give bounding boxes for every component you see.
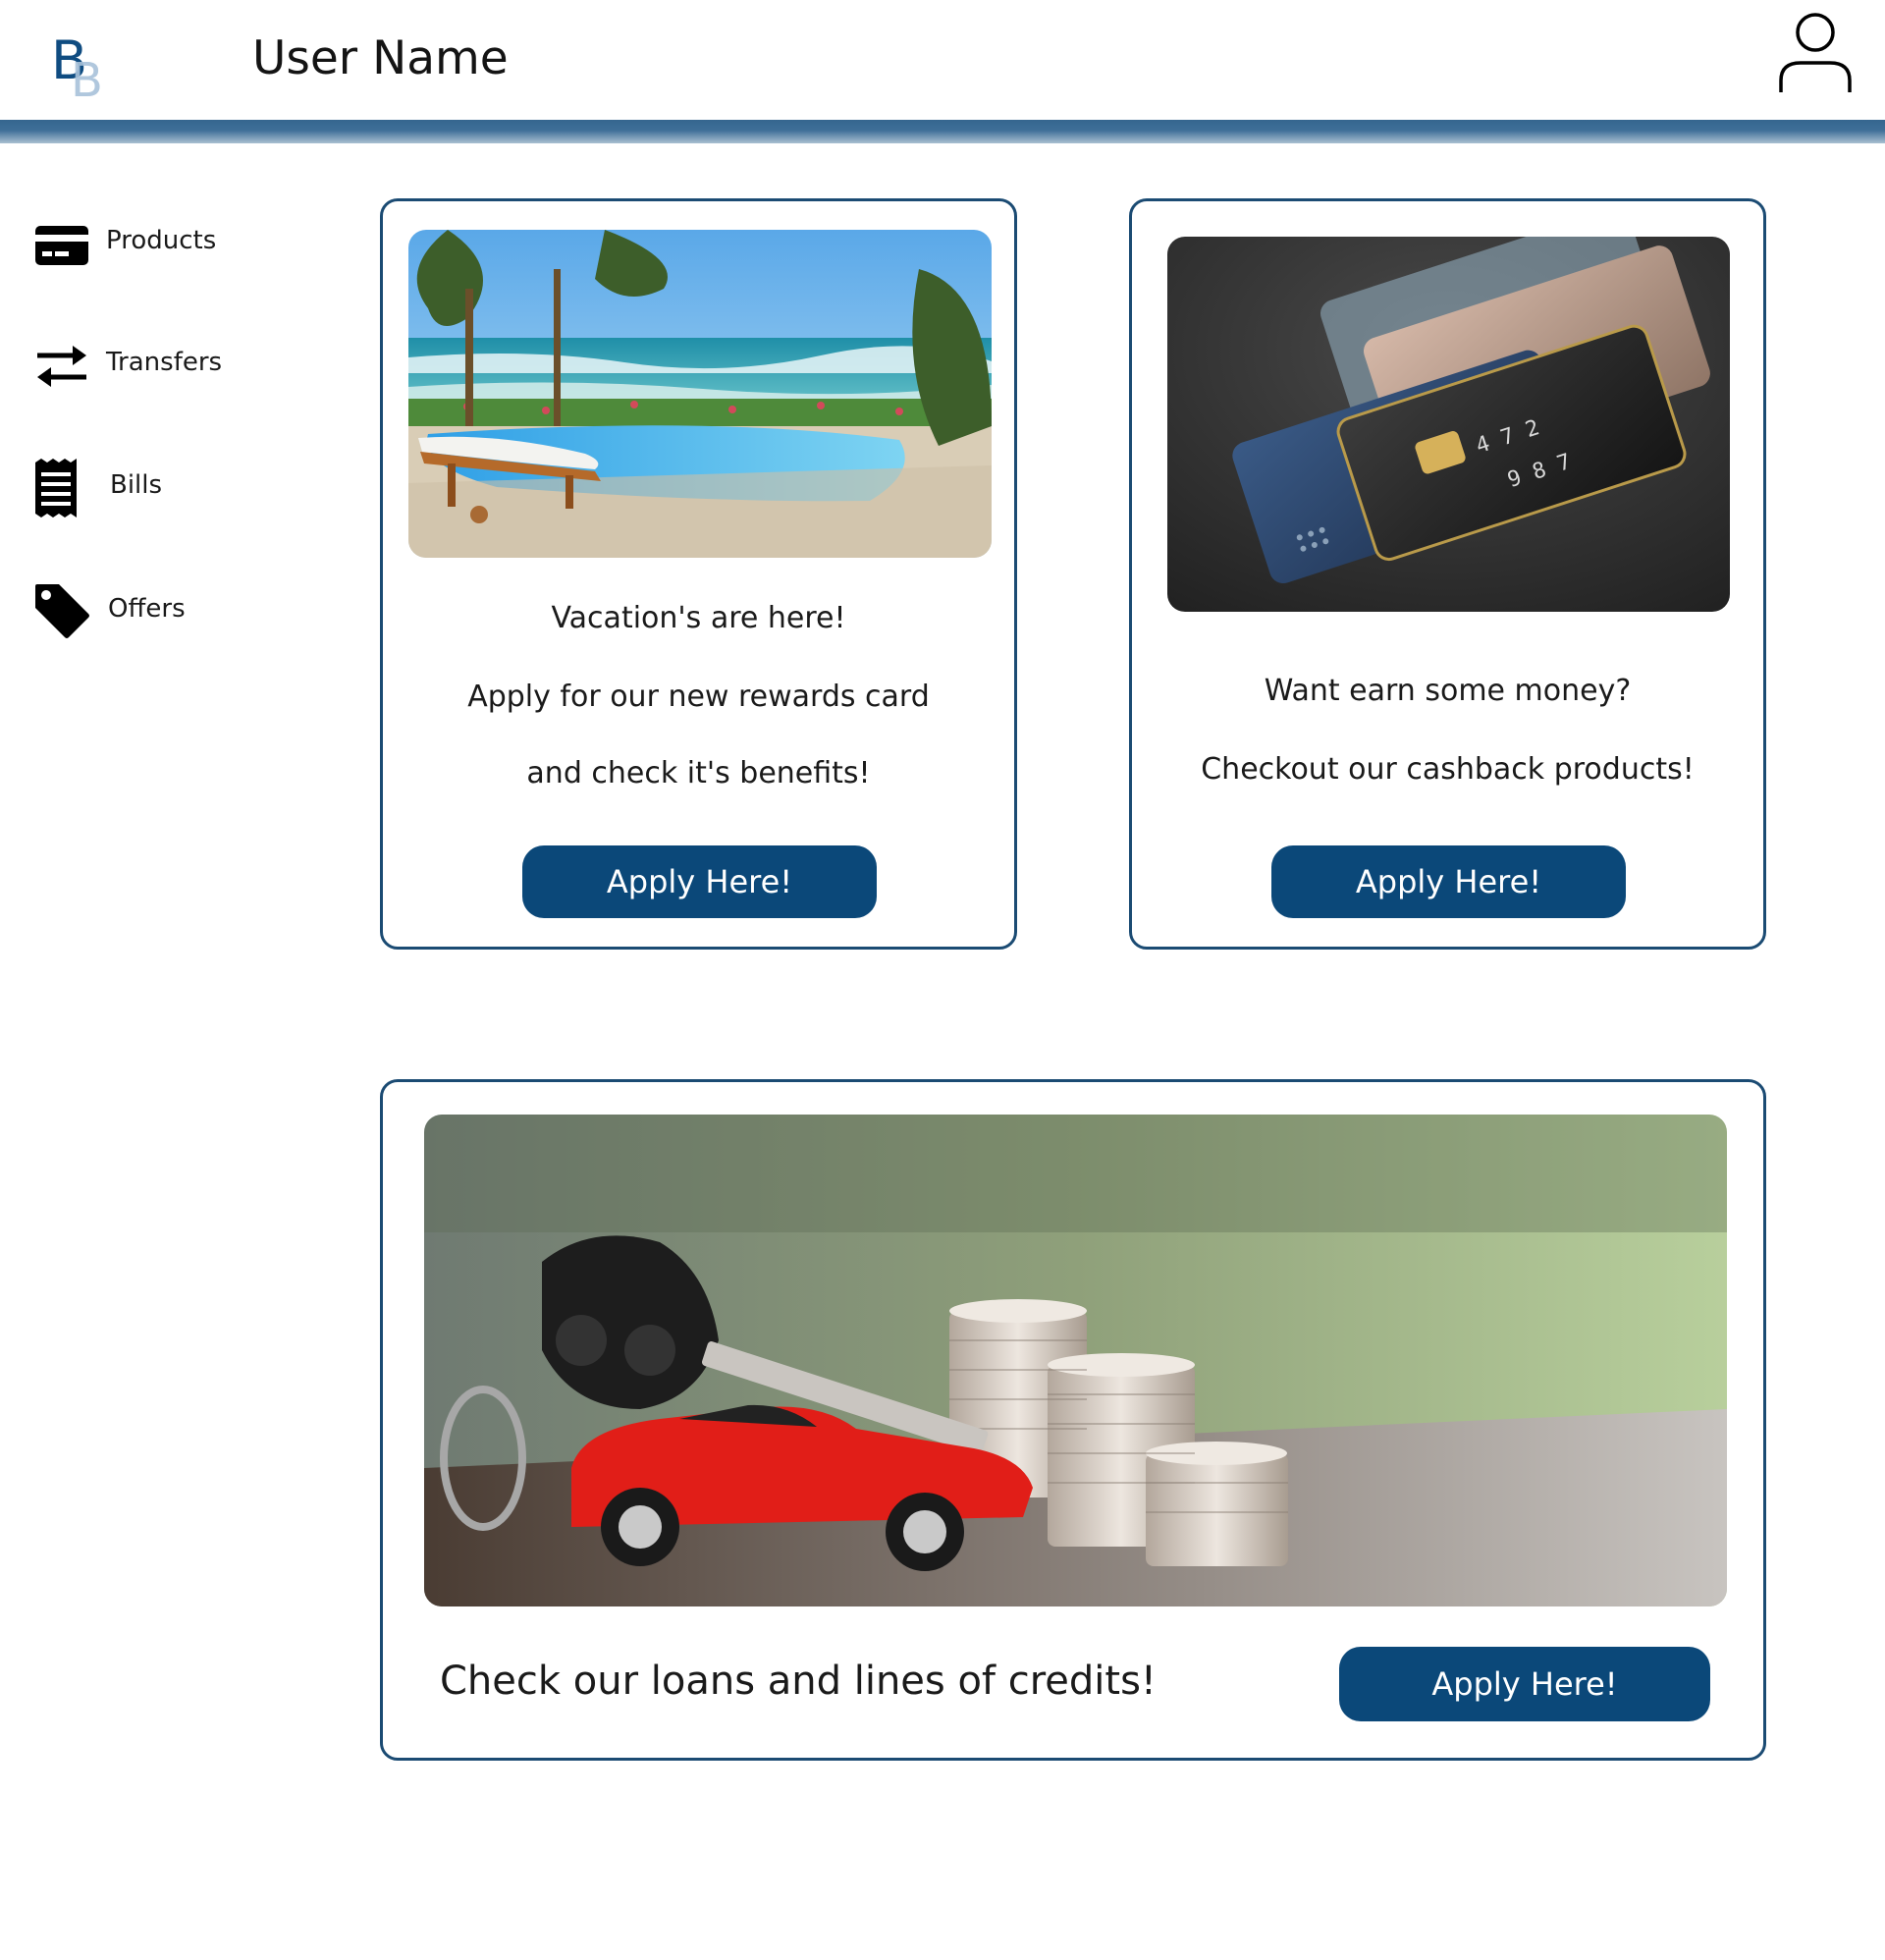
card-body-text: and check it's benefits! <box>526 756 871 790</box>
sidebar-item-offers[interactable]: Offers <box>33 578 298 641</box>
receipt-icon <box>35 459 77 517</box>
vacation-rewards-card: Vacation's are here! Apply for our new r… <box>380 198 1017 950</box>
user-icon <box>1779 13 1852 92</box>
sidebar-item-bills[interactable]: Bills <box>33 455 298 517</box>
card-body-text: Checkout our cashback products! <box>1201 752 1695 787</box>
app-header: B B User Name <box>0 0 1885 120</box>
profile-button[interactable] <box>1777 12 1854 94</box>
cashback-products-card: 4 7 2 9 8 7 Want earn some money? Checko… <box>1129 198 1766 950</box>
loans-headline: Check our loans and lines of credits! <box>440 1659 1157 1704</box>
apply-here-button[interactable]: Apply Here! <box>522 845 877 918</box>
loans-credit-card: Check our loans and lines of credits! Ap… <box>380 1079 1766 1761</box>
transfer-arrows-icon <box>37 346 86 387</box>
header-accent-bar <box>0 120 1885 143</box>
sidebar-item-label: Offers <box>108 594 186 624</box>
car-keys-coins-photo <box>424 1115 1727 1606</box>
credit-card-icon <box>35 226 88 265</box>
credit-cards-photo: 4 7 2 9 8 7 <box>1167 237 1730 612</box>
card-headline: Want earn some money? <box>1264 674 1632 708</box>
sidebar-item-label: Products <box>106 226 217 255</box>
sidebar-item-label: Transfers <box>106 348 223 377</box>
sidebar-item-transfers[interactable]: Transfers <box>33 332 298 395</box>
card-body-text: Apply for our new rewards card <box>467 680 930 714</box>
tag-icon <box>35 584 89 638</box>
apply-here-button[interactable]: Apply Here! <box>1271 845 1626 918</box>
sidebar-item-label: Bills <box>110 470 163 500</box>
card-headline: Vacation's are here! <box>551 601 846 635</box>
beach-pool-photo <box>408 230 992 558</box>
sidebar-item-products[interactable]: Products <box>33 210 298 273</box>
bank-logo[interactable]: B B <box>49 27 112 100</box>
apply-here-button[interactable]: Apply Here! <box>1339 1647 1710 1721</box>
user-name: User Name <box>252 31 509 85</box>
svg-text:B: B <box>71 53 103 100</box>
